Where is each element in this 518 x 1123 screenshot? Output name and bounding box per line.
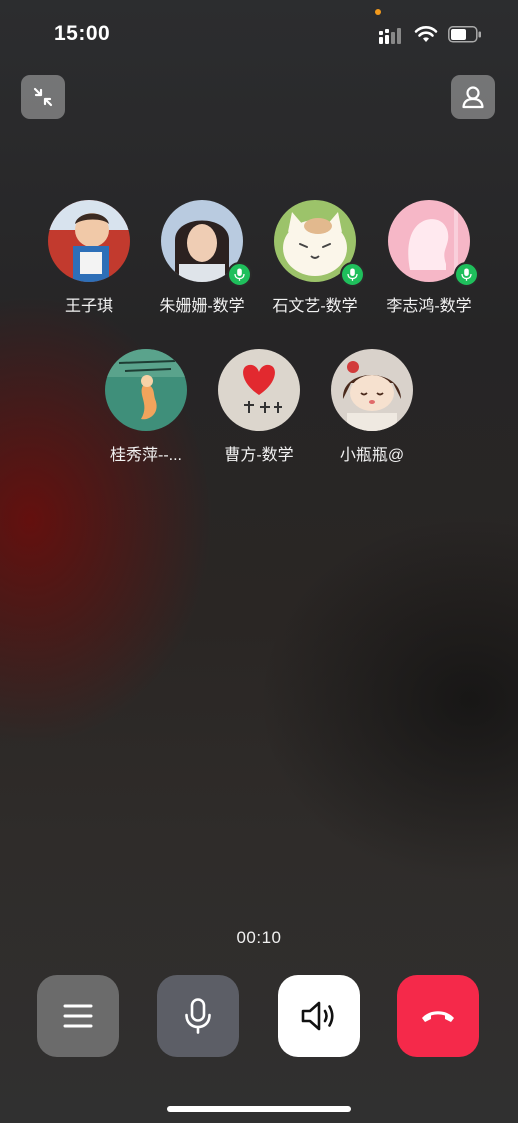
speaker-button[interactable] xyxy=(278,975,360,1057)
participant-name: 朱姗姗-数学 xyxy=(159,298,245,315)
status-bar: 15:00 xyxy=(0,0,518,70)
participant-name: 小瓶瓶@ xyxy=(339,447,405,464)
avatar xyxy=(48,200,130,282)
battery-icon xyxy=(448,26,481,43)
microphone-icon xyxy=(234,268,245,281)
participant-name: 曹方-数学 xyxy=(224,447,294,464)
heart-drawing-avatar-icon xyxy=(218,349,300,431)
add-member-button[interactable] xyxy=(451,75,495,119)
home-indicator[interactable] xyxy=(167,1106,351,1112)
minimize-button[interactable] xyxy=(21,75,65,119)
speaking-mic-badge xyxy=(227,262,252,287)
mermaid-drawing-avatar-icon xyxy=(105,349,187,431)
wifi-icon xyxy=(414,26,438,42)
person-icon xyxy=(462,86,484,109)
hang-up-button[interactable] xyxy=(397,975,479,1057)
participant-name: 王子琪 xyxy=(64,298,113,315)
child-photo-avatar-icon xyxy=(48,200,130,282)
call-timer: 00:10 xyxy=(236,928,282,947)
hang-up-icon xyxy=(422,1011,454,1022)
signal-icon xyxy=(379,28,401,44)
speaking-mic-badge xyxy=(454,262,479,287)
participant-name: 李志鸿-数学 xyxy=(386,298,472,315)
minimize-arrows-icon xyxy=(33,87,53,107)
speaker-icon xyxy=(301,1001,334,1031)
menu-button[interactable] xyxy=(37,975,119,1057)
avatar xyxy=(105,349,187,431)
participant-name: 桂秀萍--... xyxy=(110,447,182,464)
status-time: 15:00 xyxy=(54,22,111,45)
avatar xyxy=(218,349,300,431)
girl-cartoon-avatar-icon xyxy=(331,349,413,431)
microphone-icon xyxy=(185,998,211,1034)
microphone-icon xyxy=(461,268,472,281)
avatar xyxy=(331,349,413,431)
participant-name: 石文艺-数学 xyxy=(272,298,358,315)
speaking-mic-badge xyxy=(340,262,365,287)
menu-icon xyxy=(63,1004,93,1028)
privacy-indicator-dot xyxy=(375,9,381,15)
microphone-icon xyxy=(347,268,358,281)
microphone-button[interactable] xyxy=(157,975,239,1057)
